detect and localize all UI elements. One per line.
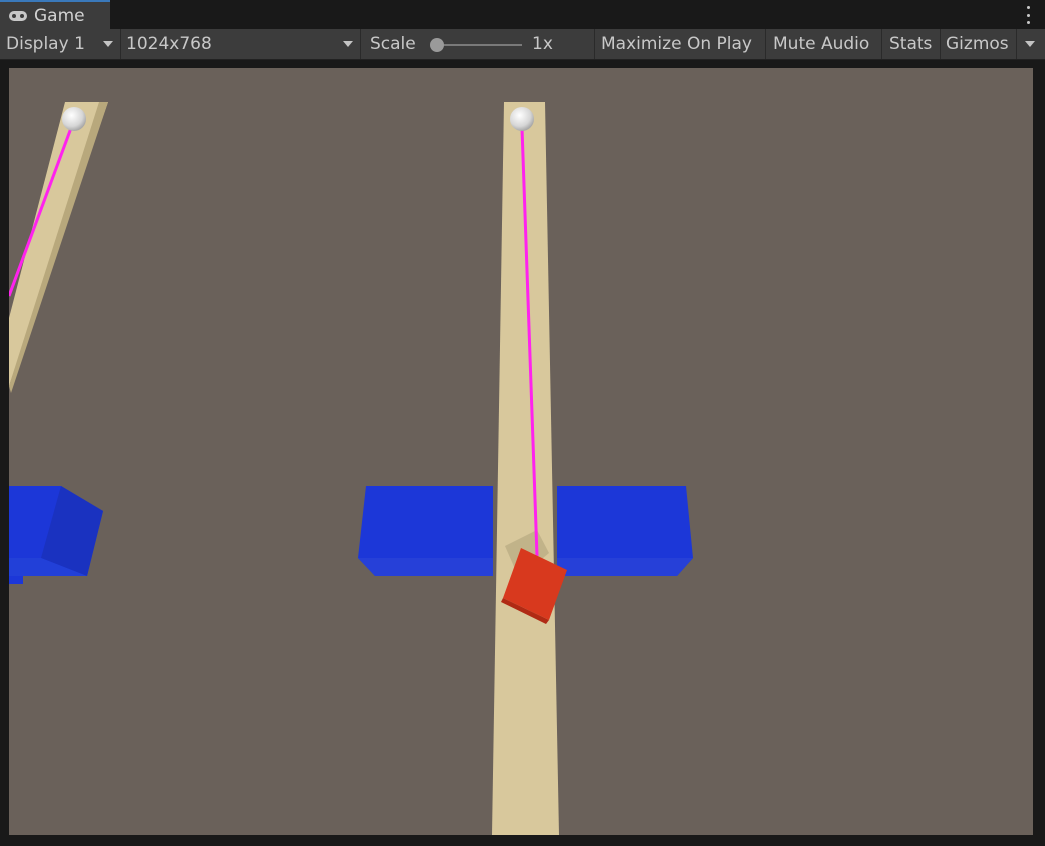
- stats-button[interactable]: Stats: [889, 29, 932, 59]
- resolution-dropdown[interactable]: 1024x768: [126, 29, 358, 59]
- gizmos-button[interactable]: Gizmos: [946, 29, 1009, 59]
- tab-label: Game: [34, 5, 85, 26]
- slider-track: [434, 44, 522, 46]
- display-label: Display 1: [6, 34, 85, 54]
- left-blue-block-foot: [9, 576, 23, 584]
- chevron-down-icon: [103, 41, 113, 47]
- left-ball: [62, 107, 86, 131]
- blue-block-right-bottom: [557, 558, 693, 576]
- scale-slider[interactable]: [428, 29, 524, 59]
- display-dropdown[interactable]: Display 1: [6, 29, 118, 59]
- tab-game[interactable]: Game: [0, 0, 110, 29]
- blue-block-left-bottom: [358, 558, 493, 576]
- resolution-label: 1024x768: [126, 34, 212, 54]
- scale-value: 1x: [532, 34, 553, 54]
- scene: [9, 102, 693, 835]
- center-ball: [510, 107, 534, 131]
- tab-bar: Game: [0, 0, 1045, 30]
- mute-audio-button[interactable]: Mute Audio: [773, 29, 869, 59]
- more-options-icon[interactable]: [1025, 6, 1031, 24]
- chevron-down-icon: [343, 41, 353, 47]
- gizmos-menu-button[interactable]: [1018, 29, 1042, 59]
- game-view-frame: [0, 60, 1045, 846]
- game-viewport[interactable]: [9, 68, 1033, 835]
- maximize-on-play-button[interactable]: Maximize On Play: [601, 29, 752, 59]
- slider-thumb[interactable]: [430, 38, 444, 52]
- chevron-down-icon: [1025, 41, 1035, 47]
- game-toolbar: Display 1 1024x768 Scale 1x Maximize On …: [0, 29, 1045, 60]
- scale-label: Scale: [370, 34, 416, 54]
- gamepad-icon: [8, 9, 28, 23]
